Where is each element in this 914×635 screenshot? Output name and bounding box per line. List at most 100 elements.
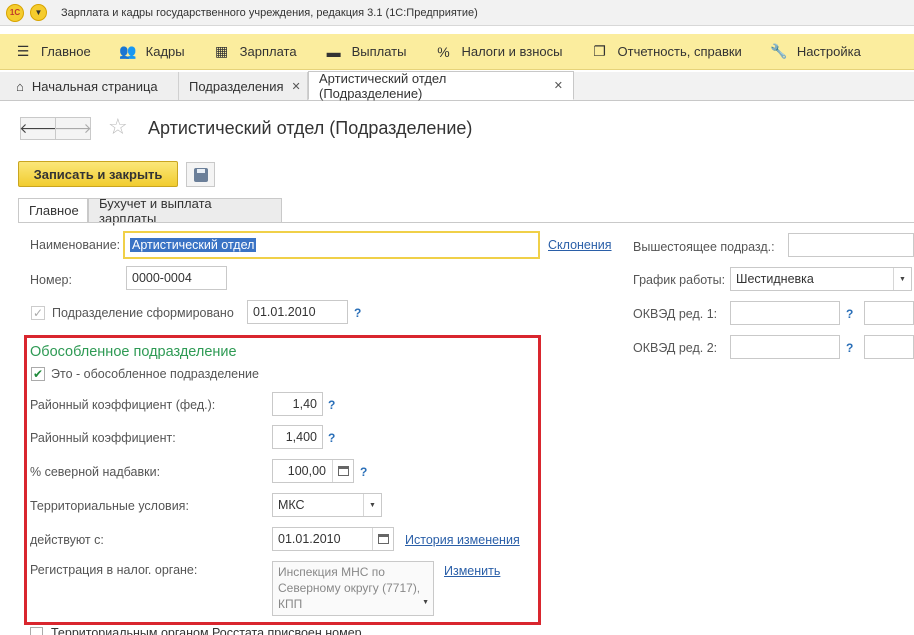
parent-department-label: Вышестоящее подразд.:: [633, 240, 775, 254]
menu-hr[interactable]: 👥 Кадры: [105, 34, 199, 70]
name-input-value: Артистический отдел: [130, 238, 257, 252]
territory-select-value: МКС: [278, 498, 305, 512]
rosstat-checkbox[interactable]: [30, 627, 43, 635]
menu-settings[interactable]: 🔧 Настройка: [756, 34, 875, 70]
close-icon[interactable]: ✕: [554, 79, 563, 92]
menu-taxes[interactable]: % Налоги и взносы: [420, 34, 576, 70]
coef-input[interactable]: 1,400: [272, 425, 323, 449]
formed-date-input[interactable]: 01.01.2010: [247, 300, 348, 324]
calendar-icon[interactable]: [372, 528, 393, 550]
okved2-input[interactable]: [730, 335, 840, 359]
fed-coef-help-icon[interactable]: ?: [328, 398, 335, 412]
number-label: Номер:: [30, 273, 72, 287]
tab-departments[interactable]: Подразделения ✕: [179, 72, 308, 100]
territory-select[interactable]: МКС ▼: [272, 493, 382, 517]
form-tab-main[interactable]: Главное: [18, 198, 88, 223]
north-bonus-value: 100,00: [287, 464, 326, 478]
people-icon: 👥: [118, 43, 137, 59]
north-bonus-input[interactable]: 100,00: [272, 459, 354, 483]
floppy-disk-icon: [193, 167, 208, 182]
forward-button[interactable]: 🡒: [54, 117, 92, 140]
okved1-label: ОКВЭД ред. 1:: [633, 307, 718, 321]
form-tab-divider: [18, 222, 914, 223]
history-link[interactable]: История изменения: [405, 533, 520, 547]
menu-salary-label: Зарплата: [239, 44, 297, 59]
tab-home[interactable]: ⌂ Начальная страница: [0, 72, 179, 100]
okved1-extra-input[interactable]: [864, 301, 914, 325]
logo-1c-icon: 1С: [6, 3, 24, 22]
separate-unit-title: Обособленное подразделение: [30, 344, 237, 360]
main-menu: ☰ Главное 👥 Кадры ▦ Зарплата ▬ Выплаты % Нало…: [0, 34, 914, 70]
okved1-help-icon[interactable]: ?: [846, 307, 853, 321]
okved2-help-icon[interactable]: ?: [846, 341, 853, 355]
parent-department-input[interactable]: [788, 233, 914, 257]
formed-help-icon[interactable]: ?: [354, 306, 361, 320]
menu-main[interactable]: ☰ Главное: [0, 34, 105, 70]
coef-help-icon[interactable]: ?: [328, 431, 335, 445]
schedule-label: График работы:: [633, 273, 726, 287]
reports-icon: ❐: [593, 43, 606, 59]
formed-label: Подразделение сформировано: [52, 306, 234, 320]
chevron-down-icon[interactable]: ▼: [893, 268, 911, 290]
menu-reports[interactable]: ❐ Отчетность, справки: [577, 34, 756, 70]
favorite-star-icon[interactable]: ☆: [108, 114, 128, 140]
tab-artistic-department[interactable]: Артистический отдел (Подразделение) ✕: [308, 70, 574, 101]
formed-checkbox[interactable]: ✓: [31, 306, 45, 320]
menu-taxes-label: Налоги и взносы: [461, 44, 563, 59]
wrench-icon: 🔧: [770, 43, 788, 59]
save-and-close-button[interactable]: Записать и закрыть: [18, 161, 178, 187]
calculator-icon: ▦: [215, 43, 229, 59]
territory-label: Территориальные условия:: [30, 499, 189, 513]
form-tab-accounting[interactable]: Бухучет и выплата зарплаты: [88, 196, 282, 226]
close-icon[interactable]: ✕: [292, 80, 301, 93]
hamburger-icon: ☰: [16, 43, 30, 59]
rosstat-label: Территориальным органом Росстата присвое…: [51, 626, 362, 635]
north-bonus-help-icon[interactable]: ?: [360, 465, 367, 479]
north-bonus-label: % северной надбавки:: [30, 465, 161, 479]
chevron-down-icon[interactable]: ▼: [422, 595, 429, 611]
menu-main-label: Главное: [41, 44, 91, 59]
chevron-down-icon[interactable]: ▼: [363, 494, 381, 516]
tax-registration-value: Инспекция МНС по Северному округу (7717)…: [278, 565, 421, 611]
number-input[interactable]: 0000-0004: [126, 266, 227, 290]
form-title: Артистический отдел (Подразделение): [148, 118, 473, 138]
declensions-link[interactable]: Склонения: [548, 238, 612, 252]
okved2-label: ОКВЭД ред. 2:: [633, 341, 718, 355]
calculator-icon[interactable]: [332, 460, 353, 482]
okved1-input[interactable]: [730, 301, 840, 325]
open-tabs-bar: ⌂ Начальная страница Подразделения ✕ Арт…: [0, 70, 914, 101]
name-label: Наименование:: [30, 238, 121, 252]
schedule-select[interactable]: Шестидневка ▼: [730, 267, 912, 291]
home-icon: ⌂: [16, 78, 24, 94]
okved2-extra-input[interactable]: [864, 335, 914, 359]
tab-artistic-department-label: Артистический отдел (Подразделение): [319, 70, 447, 101]
tax-registration-label: Регистрация в налог. органе:: [30, 563, 198, 577]
menu-salary[interactable]: ▦ Зарплата: [199, 34, 311, 70]
wallet-icon: ▬: [326, 43, 341, 60]
valid-from-input[interactable]: 01.01.2010: [272, 527, 394, 551]
coef-label: Районный коэффициент:: [30, 431, 176, 445]
window-title: Зарплата и кадры государственного учрежд…: [61, 6, 478, 19]
app-menu-icon[interactable]: ▼: [30, 4, 47, 21]
tab-departments-label: Подразделения: [189, 78, 284, 94]
valid-from-value: 01.01.2010: [278, 532, 341, 546]
is-separate-label: Это - обособленное подразделение: [51, 367, 259, 381]
change-link[interactable]: Изменить: [444, 564, 500, 578]
menu-payments[interactable]: ▬ Выплаты: [311, 34, 421, 70]
menu-settings-label: Настройка: [796, 44, 861, 59]
is-separate-checkbox[interactable]: ✔: [31, 367, 45, 381]
percent-icon: %: [437, 43, 450, 60]
menu-reports-label: Отчетность, справки: [617, 44, 742, 59]
tab-home-label: Начальная страница: [31, 78, 158, 94]
fed-coef-label: Районный коэффициент (фед.):: [30, 398, 216, 412]
schedule-select-value: Шестидневка: [736, 272, 814, 286]
valid-from-label: действуют с:: [30, 533, 104, 547]
save-button[interactable]: [186, 162, 215, 187]
tax-registration-field[interactable]: Инспекция МНС по Северному округу (7717)…: [272, 561, 434, 616]
menu-hr-label: Кадры: [145, 44, 185, 59]
fed-coef-input[interactable]: 1,40: [272, 392, 323, 416]
menu-payments-label: Выплаты: [351, 44, 407, 59]
back-button[interactable]: 🡐: [19, 117, 57, 140]
window-titlebar: 1С ▼ Зарплата и кадры государственного у…: [0, 0, 914, 26]
name-input[interactable]: Артистический отдел: [123, 231, 540, 259]
